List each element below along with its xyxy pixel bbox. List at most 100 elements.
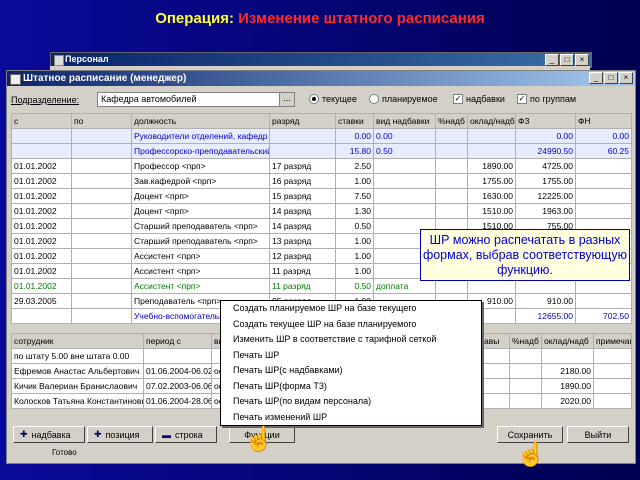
table-cell <box>509 348 542 364</box>
subdivision-field[interactable]: Кафедра автомобилей <box>97 92 289 107</box>
table-cell <box>593 378 632 394</box>
menu-item[interactable]: Изменить ШР в соответствие с тарифной се… <box>221 332 481 348</box>
table-row[interactable]: Руководители отделений, кафедр 0.00 0.00 0.… <box>11 128 632 144</box>
column-header[interactable]: ФЗ <box>515 113 576 129</box>
table-cell: 15.80 <box>335 143 374 159</box>
table-cell: 1755.00 <box>467 173 516 189</box>
exit-label: Выйти <box>584 429 612 440</box>
menu-item[interactable]: Печать ШР(форма Т3) <box>221 379 481 395</box>
table-cell: 17 разряд <box>269 158 336 174</box>
close-icon[interactable]: × <box>575 54 589 66</box>
menu-item[interactable]: Создать планируемое ШР на базе текущего <box>221 301 481 317</box>
table-cell: 1755.00 <box>515 173 576 189</box>
delete-row-label: строка <box>175 429 203 440</box>
table-cell: 01.01.2002 <box>11 173 72 189</box>
column-header[interactable]: разряд <box>269 113 336 129</box>
column-header[interactable]: ставки <box>335 113 374 129</box>
table-cell: 0.00 <box>515 128 576 144</box>
column-header[interactable]: %надб <box>435 113 468 129</box>
delete-row-button[interactable]: ▬ строка <box>155 426 217 443</box>
table-cell: Руководители отделений, кафедр <box>131 128 270 144</box>
add-position-label: позиция <box>105 429 140 440</box>
column-header[interactable]: ФН <box>575 113 632 129</box>
table-cell <box>467 128 516 144</box>
menu-item[interactable]: Создать текущее ШР на базе планируемого <box>221 317 481 333</box>
radio-planned[interactable]: планируемое <box>369 94 438 104</box>
menu-item[interactable]: Печать ШР <box>221 348 481 364</box>
add-allowance-label: надбавка <box>31 429 71 440</box>
menu-item[interactable]: Печать изменений ШР <box>221 410 481 426</box>
table-cell: 15 разряд <box>269 188 336 204</box>
title-highlight: Изменение штатного расписания <box>238 10 485 27</box>
maximize-icon[interactable]: □ <box>604 72 618 84</box>
column-header[interactable]: период с <box>143 333 212 349</box>
table-cell <box>435 188 468 204</box>
exit-button[interactable]: Выйти <box>567 426 629 443</box>
table-cell: 01.01.2002 <box>11 203 72 219</box>
table-cell: 01.06.2004-28.06 <box>143 393 212 409</box>
table-cell <box>11 308 72 324</box>
table-cell <box>71 218 132 234</box>
column-header[interactable]: с <box>11 113 72 129</box>
column-header[interactable]: оклад/надб <box>541 333 594 349</box>
filter-toolbar: Подразделение: Кафедра автомобилей ... т… <box>11 91 631 107</box>
table-cell: Ассистент <прп> <box>131 278 270 294</box>
window-titlebar: Штатное расписание (менеджер) _ □ × <box>7 71 635 86</box>
radio-current[interactable]: текущее <box>309 94 357 104</box>
menu-item[interactable]: Печать ШР(по видам персонала) <box>221 394 481 410</box>
table-cell: 0.50 <box>335 218 374 234</box>
checkmark-icon: ✓ <box>453 94 463 104</box>
menu-item[interactable]: Печать ШР(с надбавками) <box>221 363 481 379</box>
table-row[interactable]: 01.01.2002 Доцент <прп> 14 разряд 1.30 1510.… <box>11 203 632 219</box>
column-header[interactable]: должность <box>131 113 270 129</box>
table-cell <box>435 203 468 219</box>
column-header[interactable]: %надб <box>509 333 542 349</box>
browse-button[interactable]: ... <box>279 92 295 107</box>
column-header[interactable]: вид надбавки <box>373 113 436 129</box>
table-cell <box>71 158 132 174</box>
table-cell <box>71 278 132 294</box>
table-cell <box>575 203 632 219</box>
table-cell <box>593 348 632 364</box>
table-cell <box>593 363 632 379</box>
table-cell: Кичик Валериан Бранислаович <box>11 378 144 394</box>
table-cell: 1.00 <box>335 263 374 279</box>
table-cell: Ассистент <прп> <box>131 263 270 279</box>
table-cell: 01.01.2002 <box>11 158 72 174</box>
column-header[interactable]: сотрудник <box>11 333 144 349</box>
table-row[interactable]: Профессорско-преподавательский 15.80 0.50 2… <box>11 143 632 159</box>
radio-planned-label: планируемое <box>382 94 438 104</box>
table-cell: 1.00 <box>335 173 374 189</box>
table-cell <box>373 158 436 174</box>
table-cell: Колосков Татьяна Константиновна <box>11 393 144 409</box>
table-cell: 4725.00 <box>515 158 576 174</box>
table-cell: 0.50 <box>335 278 374 294</box>
subdivision-label: Подразделение: <box>11 95 80 105</box>
table-cell: 14 разряд <box>269 203 336 219</box>
column-header[interactable]: по <box>71 113 132 129</box>
checkbox-allowances[interactable]: ✓ надбавки <box>453 94 505 104</box>
table-cell: 01.01.2002 <box>11 278 72 294</box>
checkbox-groups[interactable]: ✓ по группам <box>517 94 576 104</box>
window-title: Штатное расписание (менеджер) <box>23 73 187 84</box>
table-row[interactable]: 01.01.2002 Зав.кафедрой <прп> 16 разряд 1.0… <box>11 173 632 189</box>
table-cell: 0.00 <box>575 128 632 144</box>
table-cell: Старший преподаватель <прп> <box>131 233 270 249</box>
minimize-icon[interactable]: _ <box>589 72 603 84</box>
column-header[interactable]: примечан <box>593 333 632 349</box>
add-allowance-button[interactable]: ✚ надбавка <box>13 426 85 443</box>
column-header[interactable]: оклад/надб <box>467 113 516 129</box>
table-cell <box>575 293 632 309</box>
table-cell <box>269 143 336 159</box>
table-cell: 0.00 <box>335 128 374 144</box>
radio-on-icon <box>309 94 319 104</box>
table-cell <box>11 143 72 159</box>
maximize-icon[interactable]: □ <box>560 54 574 66</box>
minimize-icon[interactable]: _ <box>545 54 559 66</box>
add-position-button[interactable]: ✚ позиция <box>87 426 153 443</box>
table-row[interactable]: 01.01.2002 Доцент <прп> 15 разряд 7.50 1630.… <box>11 188 632 204</box>
table-row[interactable]: 01.01.2002 Профессор <прп> 17 разряд 2.50 18… <box>11 158 632 174</box>
close-icon[interactable]: × <box>619 72 633 84</box>
table-cell <box>575 158 632 174</box>
table-cell: 1.00 <box>335 248 374 264</box>
